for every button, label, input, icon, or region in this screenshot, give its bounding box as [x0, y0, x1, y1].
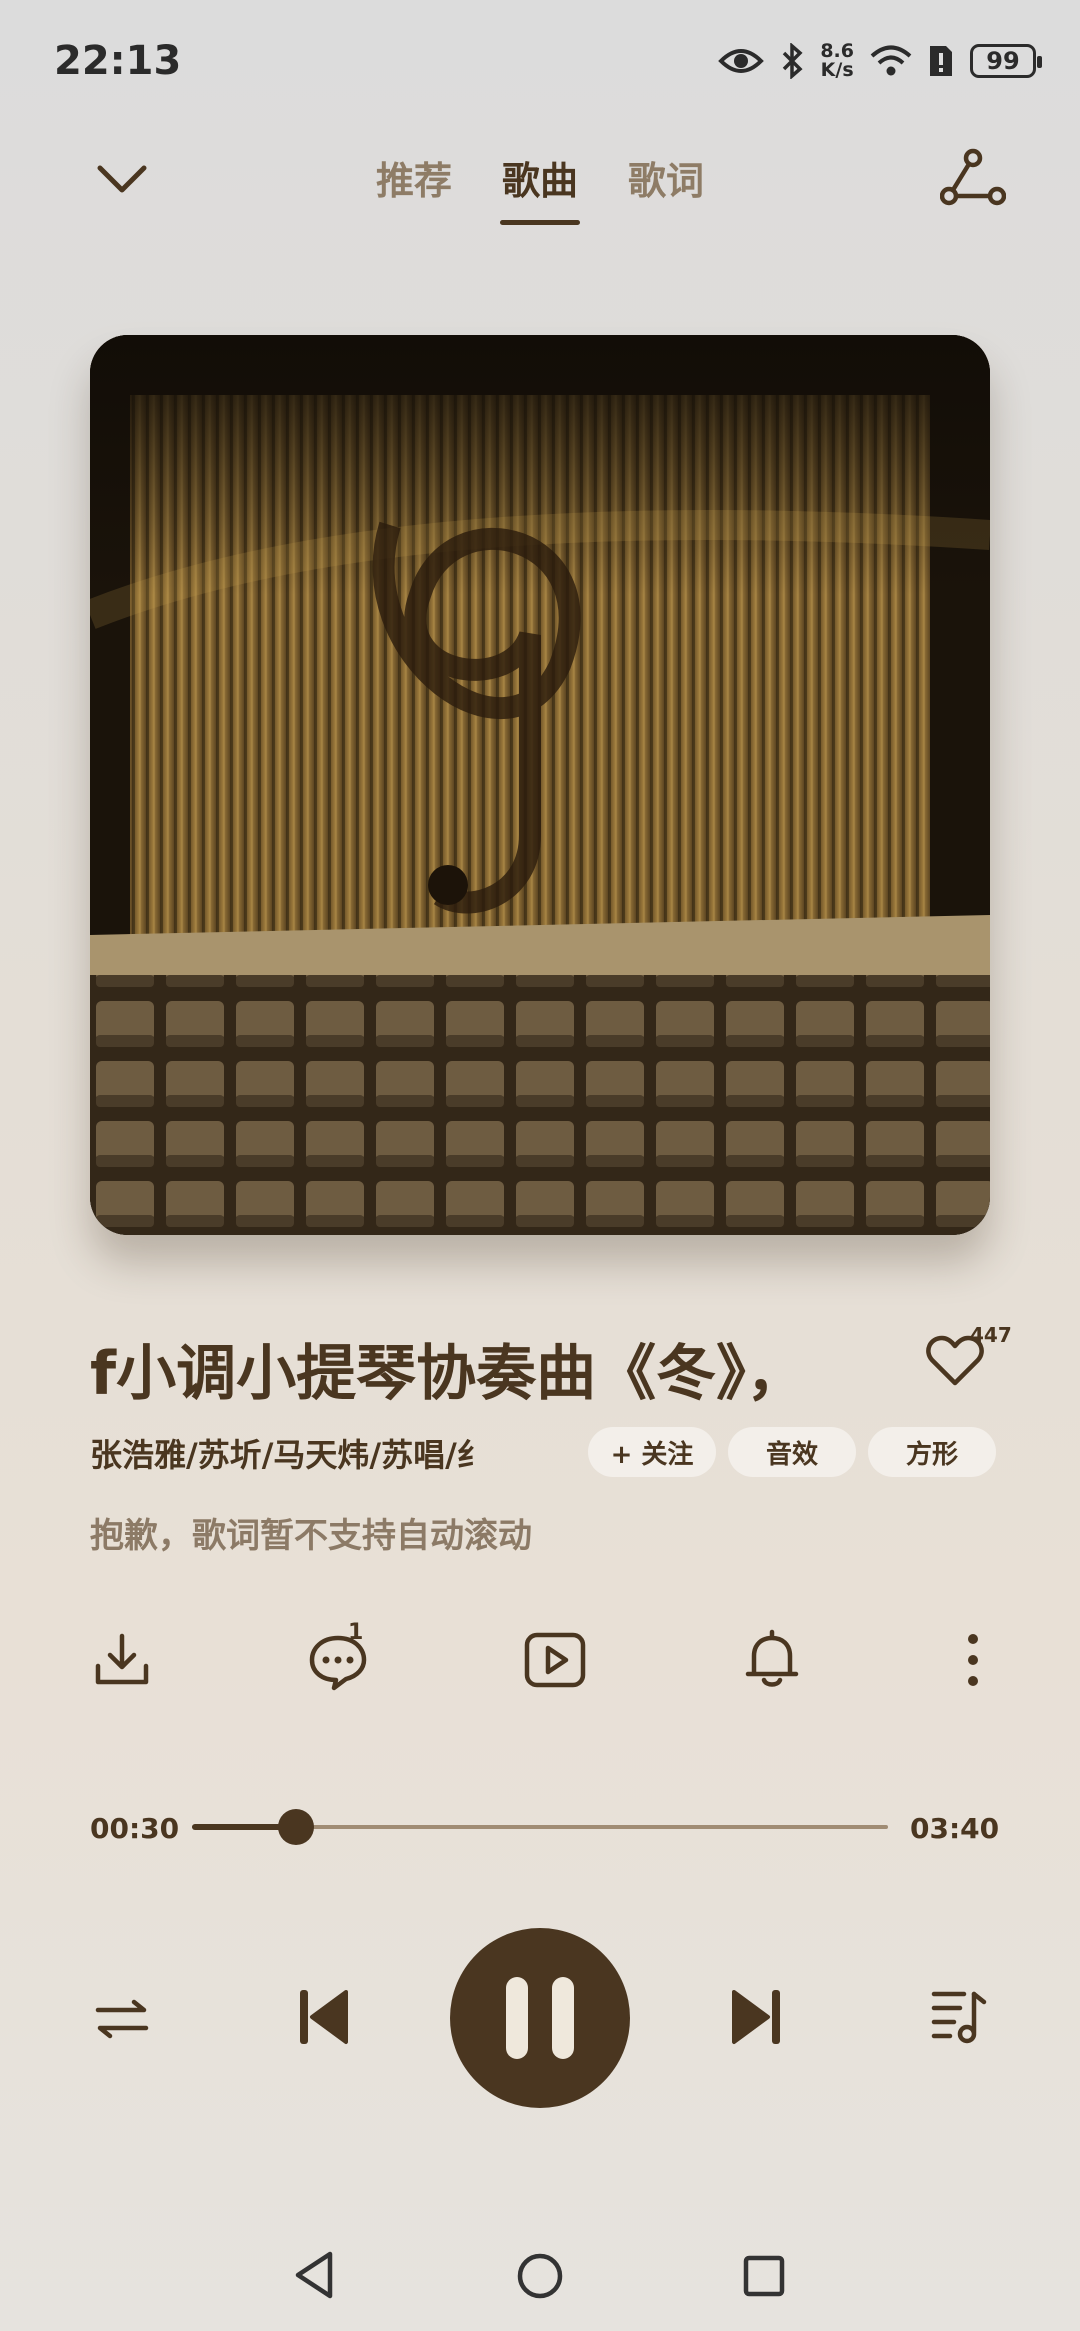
status-icons: 8.6 K/s 99	[718, 36, 1042, 86]
previous-icon[interactable]	[296, 1986, 352, 2048]
bell-icon[interactable]	[744, 1628, 800, 1690]
video-icon[interactable]	[524, 1632, 586, 1688]
sim-icon	[930, 46, 952, 76]
battery-indicator: 99	[970, 44, 1042, 78]
recents-nav-icon[interactable]	[742, 2254, 786, 2298]
bluetooth-icon	[783, 43, 803, 79]
follow-button[interactable]: + 关注	[588, 1427, 716, 1477]
pause-button[interactable]	[450, 1928, 630, 2108]
progress-thumb[interactable]	[278, 1809, 314, 1845]
wifi-icon	[870, 45, 912, 76]
status-time: 22:13	[54, 38, 182, 84]
album-art-image	[90, 335, 990, 1235]
share-icon[interactable]	[940, 148, 1006, 208]
net-speed: 8.6 K/s	[820, 40, 854, 81]
shape-button[interactable]: 方形	[868, 1427, 996, 1477]
more-icon[interactable]	[964, 1632, 982, 1688]
back-nav-icon[interactable]	[292, 2250, 336, 2300]
next-icon[interactable]	[728, 1986, 784, 2048]
top-tabs: 推荐 歌曲 歌词	[0, 150, 1080, 225]
current-time: 00:30	[90, 1812, 180, 1845]
download-icon[interactable]	[94, 1632, 150, 1688]
home-nav-icon[interactable]	[516, 2252, 564, 2300]
comment-count-badge: 1	[348, 1620, 364, 1645]
sound-effect-button[interactable]: 音效	[728, 1427, 856, 1477]
tab-song[interactable]: 歌曲	[499, 150, 581, 225]
pause-icon-bar	[552, 1977, 574, 2059]
total-time: 03:40	[910, 1812, 1000, 1845]
song-title: f小调小提琴协奏曲《冬》，	[90, 1339, 807, 1409]
tab-recommend[interactable]: 推荐	[374, 150, 454, 205]
repeat-icon[interactable]	[94, 1998, 150, 2040]
like-count: 447	[970, 1323, 1012, 1347]
artist-names[interactable]: 张浩雅/苏圻/马天炜/苏唱/纟	[90, 1430, 560, 1476]
album-cover[interactable]	[90, 335, 990, 1235]
tab-lyrics[interactable]: 歌词	[626, 150, 706, 205]
lyrics-hint: 抱歉，歌词暂不支持自动滚动	[90, 1516, 532, 1556]
pause-icon-bar	[506, 1977, 528, 2059]
playlist-icon[interactable]	[930, 1988, 988, 2046]
eye-icon	[718, 49, 765, 73]
